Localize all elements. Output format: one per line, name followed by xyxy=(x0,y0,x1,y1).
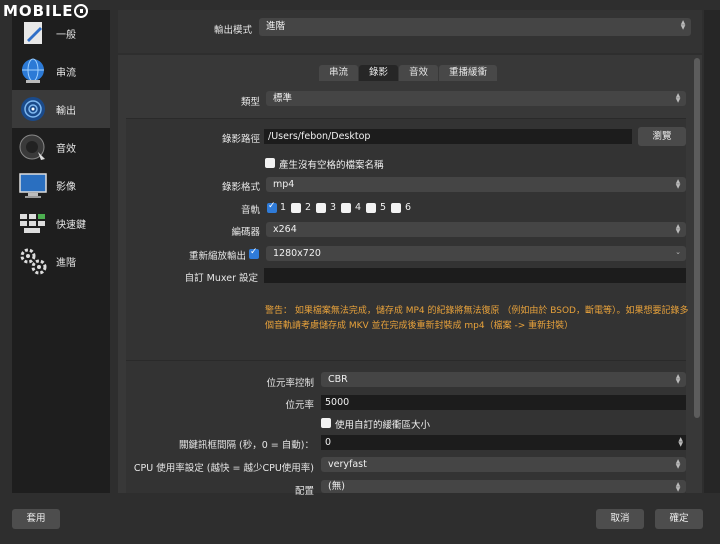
encoder-select[interactable]: x264 ▲ ▼ xyxy=(266,222,686,237)
chevron-down-icon: ⌄ xyxy=(675,248,681,256)
audio-track-5-label: 5 xyxy=(380,202,387,213)
updown-arrows-icon: ▲ ▼ xyxy=(675,481,681,493)
profile-select[interactable]: (無) ▲ ▼ xyxy=(321,480,686,493)
encoder-label: 編碼器 xyxy=(231,227,260,238)
watermark-text: MOBILE xyxy=(3,2,74,20)
profile-value: (無) xyxy=(328,481,345,492)
sidebar-item-label: 一般 xyxy=(56,29,76,41)
encoder-value: x264 xyxy=(273,224,297,235)
audio-track-3-checkbox[interactable] xyxy=(316,203,326,213)
monitor-icon xyxy=(16,168,50,202)
general-icon xyxy=(16,16,50,50)
cpu-preset-label: CPU 使用率設定 (越快 = 越少CPU使用率) xyxy=(133,463,314,474)
watermark-logo-icon xyxy=(73,4,88,18)
recording-path-label: 錄影路徑 xyxy=(221,134,260,145)
sidebar-item-output[interactable]: 輸出 xyxy=(12,90,110,128)
output-tabs: 串流 錄影 音效 重播緩衝 xyxy=(319,65,498,81)
custom-buffer-label: 使用自訂的緩衝區大小 xyxy=(335,420,431,431)
recording-type-select[interactable]: 標準 ▲ ▼ xyxy=(266,91,686,106)
mp4-warning-text: 警告： 如果檔案無法完成，儲存成 MP4 的紀錄將無法復原 （例如由於 BSOD… xyxy=(265,306,689,331)
custom-muxer-label: 自訂 Muxer 設定 xyxy=(184,273,258,284)
audio-track-1-label: 1 xyxy=(280,202,287,213)
output-mode-bar: 輸出模式 進階 ▲ ▼ xyxy=(118,10,702,53)
audio-track-4-label: 4 xyxy=(355,202,362,213)
updown-arrows-icon: ▲ ▼ xyxy=(675,223,681,235)
audio-track-label: 音軌 xyxy=(240,205,260,216)
sidebar-item-label: 影像 xyxy=(56,181,76,193)
rescale-resolution-value: 1280x720 xyxy=(273,248,321,259)
updown-arrows-icon: ▲ ▼ xyxy=(680,19,686,31)
output-settings-panel: 串流 錄影 音效 重播緩衝 類型 標準 ▲ ▼ 錄影路徑 /Users/febon… xyxy=(118,55,702,497)
rate-control-select[interactable]: CBR ▲ ▼ xyxy=(321,372,686,387)
audio-track-5-checkbox[interactable] xyxy=(366,203,376,213)
recording-format-select[interactable]: mp4 ▲ ▼ xyxy=(266,177,686,192)
audio-track-6-checkbox[interactable] xyxy=(391,203,401,213)
recording-type-value: 標準 xyxy=(273,93,293,104)
globe-icon xyxy=(16,54,50,88)
sidebar-item-label: 音效 xyxy=(56,143,76,155)
sidebar-item-audio[interactable]: 音效 xyxy=(12,128,110,166)
audio-track-6-label: 6 xyxy=(405,202,412,213)
updown-arrows-icon: ▲ ▼ xyxy=(675,373,681,385)
settings-window: MOBILE 一般 串流 輸出 音效 影像 快速鍵 進階 輸出模式 進階 ▲ ▼… xyxy=(0,0,720,544)
sidebar-item-advanced[interactable]: 進階 xyxy=(12,242,110,280)
cpu-preset-select[interactable]: veryfast ▲ ▼ xyxy=(321,457,686,472)
audio-track-2-label: 2 xyxy=(305,202,312,213)
audio-track-3-label: 3 xyxy=(330,202,337,213)
apply-button[interactable]: 套用 xyxy=(12,509,60,529)
rate-control-value: CBR xyxy=(328,374,348,385)
output-mode-select[interactable]: 進階 ▲ ▼ xyxy=(259,18,691,36)
sidebar-item-hotkeys[interactable]: 快速鍵 xyxy=(12,204,110,242)
sidebar-item-label: 快速鍵 xyxy=(56,219,86,231)
window-edge xyxy=(704,10,720,493)
cancel-button[interactable]: 取消 xyxy=(596,509,644,529)
updown-arrows-icon: ▲ ▼ xyxy=(675,458,681,470)
output-mode-label: 輸出模式 xyxy=(213,25,252,36)
tab-streaming[interactable]: 串流 xyxy=(319,65,359,81)
keyboard-icon xyxy=(16,206,50,240)
updown-arrows-icon: ▲ ▼ xyxy=(675,178,681,190)
cpu-preset-value: veryfast xyxy=(328,459,367,470)
browse-button[interactable]: 瀏覽 xyxy=(638,127,686,146)
keyframe-interval-value: 0 xyxy=(325,437,332,448)
custom-buffer-checkbox[interactable] xyxy=(321,418,331,428)
recording-type-label: 類型 xyxy=(240,97,260,108)
updown-arrows-icon: ▲ ▼ xyxy=(675,92,681,104)
audio-track-1-checkbox[interactable] xyxy=(267,201,277,213)
watermark: MOBILE xyxy=(3,2,88,20)
sidebar-item-label: 輸出 xyxy=(56,105,76,117)
gears-icon xyxy=(16,244,50,278)
recording-format-value: mp4 xyxy=(273,179,295,190)
audio-track-4-checkbox[interactable] xyxy=(341,203,351,213)
keyframe-interval-label: 關鍵訊框間隔 (秒，0 = 自動)： xyxy=(179,440,314,451)
sidebar-item-label: 進階 xyxy=(56,257,76,269)
recording-path-input[interactable]: /Users/febon/Desktop xyxy=(264,129,632,144)
keyframe-interval-input[interactable]: 0 ▲ ▼ xyxy=(321,435,686,450)
no-space-filename-label: 產生沒有空格的檔案名稱 xyxy=(279,160,384,171)
rescale-output-checkbox[interactable] xyxy=(249,247,259,259)
recording-format-label: 錄影格式 xyxy=(221,182,260,193)
rate-control-label: 位元率控制 xyxy=(266,378,314,389)
ok-button[interactable]: 確定 xyxy=(655,509,703,529)
sidebar-item-label: 串流 xyxy=(56,67,76,79)
custom-muxer-input[interactable] xyxy=(264,268,686,283)
rescale-resolution-select[interactable]: 1280x720 ⌄ xyxy=(266,246,686,261)
panel-scrollbar[interactable] xyxy=(694,58,700,418)
speaker-icon xyxy=(16,130,50,164)
output-mode-value: 進階 xyxy=(266,21,286,32)
bitrate-input[interactable]: 5000 xyxy=(321,395,686,410)
stepper-icon[interactable]: ▲ ▼ xyxy=(678,437,683,448)
no-space-filename-checkbox[interactable] xyxy=(265,158,275,168)
settings-sidebar: 一般 串流 輸出 音效 影像 快速鍵 進階 xyxy=(12,10,110,493)
sidebar-item-stream[interactable]: 串流 xyxy=(12,52,110,90)
tab-replay-buffer[interactable]: 重播緩衝 xyxy=(439,65,498,81)
profile-label: 配置 xyxy=(294,486,314,497)
sidebar-item-video[interactable]: 影像 xyxy=(12,166,110,204)
rescale-output-label: 重新縮放輸出 xyxy=(188,251,246,262)
broadcast-icon xyxy=(16,92,50,126)
tab-recording[interactable]: 錄影 xyxy=(359,65,399,81)
tab-audio[interactable]: 音效 xyxy=(399,65,439,81)
bitrate-label: 位元率 xyxy=(285,400,314,411)
audio-track-2-checkbox[interactable] xyxy=(291,203,301,213)
